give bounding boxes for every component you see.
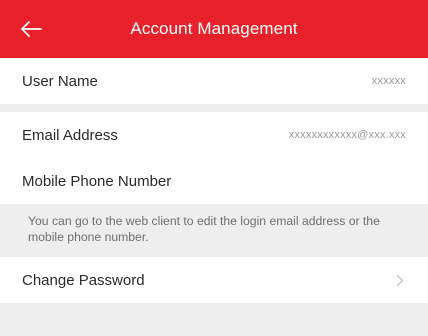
section-divider	[0, 104, 428, 112]
back-button[interactable]	[14, 14, 48, 44]
header-bar: Account Management	[0, 0, 428, 58]
email-address-label: Email Address	[22, 126, 118, 144]
chevron-right-icon	[396, 273, 406, 287]
bottom-background	[0, 303, 428, 336]
mobile-phone-row: Mobile Phone Number	[0, 158, 428, 204]
email-address-value: xxxxxxxxxxxx@xxx.xxx	[288, 129, 406, 141]
change-password-label: Change Password	[22, 271, 145, 289]
edit-hint-note: You can go to the web client to edit the…	[0, 204, 428, 257]
back-arrow-icon	[21, 21, 42, 37]
change-password-row[interactable]: Change Password	[0, 257, 428, 303]
user-name-value: xxxxxx	[371, 75, 406, 87]
user-name-row: User Name xxxxxx	[0, 58, 428, 104]
email-address-row: Email Address xxxxxxxxxxxx@xxx.xxx	[0, 112, 428, 158]
mobile-phone-label: Mobile Phone Number	[22, 172, 172, 190]
page-title: Account Management	[130, 19, 298, 38]
user-name-label: User Name	[22, 72, 98, 90]
account-management-screen: Account Management User Name xxxxxx Emai…	[0, 0, 428, 336]
